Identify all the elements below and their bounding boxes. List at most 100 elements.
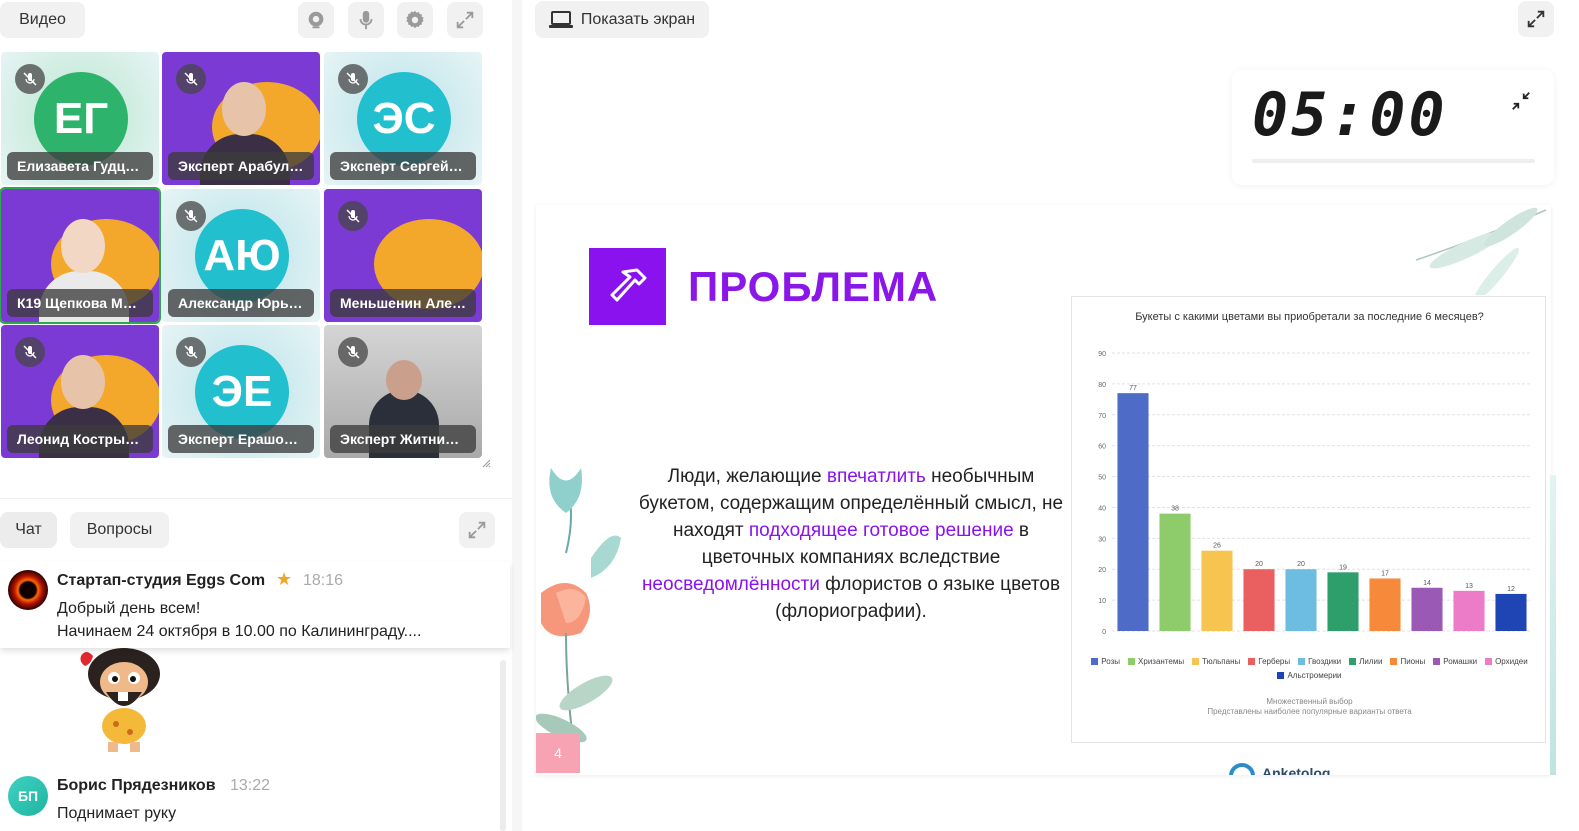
expand-chat-button[interactable] <box>459 512 495 548</box>
chart-legend: Розы Хризантемы Тюльпаны Герберы Гвоздики Лил… <box>1082 655 1537 683</box>
chat-tabs: Чат Вопросы <box>0 498 512 562</box>
participant-tile[interactable]: К19 Щепкова Ма… <box>0 187 161 324</box>
legend-label: Пионы <box>1400 657 1426 666</box>
participant-name: Елизавета Гудц… <box>7 152 153 180</box>
legend-item: Гвоздики <box>1298 655 1341 669</box>
gear-icon <box>406 10 424 29</box>
y-tick-label: 90 <box>1098 351 1106 358</box>
hammer-icon-box <box>589 248 666 325</box>
y-tick-label: 80 <box>1098 382 1106 389</box>
microphone-button[interactable] <box>348 2 384 38</box>
participant-tile[interactable]: АЮ Александр Юрь… <box>162 189 320 322</box>
timer-widget: 05:00 <box>1232 70 1554 185</box>
tab-chat[interactable]: Чат <box>0 512 57 548</box>
participant-tile[interactable]: Эксперт Житни… <box>324 325 482 458</box>
participant-face <box>61 355 105 409</box>
legend-swatch <box>1298 658 1306 665</box>
webcam-button[interactable] <box>298 2 334 38</box>
mic-off-icon <box>338 201 368 231</box>
tab-questions[interactable]: Вопросы <box>70 512 169 548</box>
chat-scrollbar[interactable] <box>500 660 506 831</box>
legend-item: Пионы <box>1390 655 1425 669</box>
settings-button[interactable] <box>397 2 433 38</box>
participant-tile[interactable]: Эксперт Арабул… <box>162 52 320 185</box>
chart-note-1: Множественный выбор <box>1266 697 1353 706</box>
resize-handle-icon[interactable] <box>481 458 491 468</box>
participant-name: Леонид Костры… <box>7 425 153 453</box>
collapse-icon[interactable] <box>1510 90 1532 112</box>
avatar: БП <box>8 776 48 816</box>
message-time: 13:22 <box>230 777 271 794</box>
y-tick-label: 10 <box>1098 598 1106 605</box>
legend-label: Гвоздики <box>1308 657 1342 666</box>
caveman-sticker <box>80 648 160 752</box>
survey-chart: Букеты с какими цветами вы приобретали з… <box>1071 296 1546 743</box>
legend-swatch <box>1390 658 1398 665</box>
legend-label: Хризантемы <box>1138 657 1185 666</box>
message-text: Поднимает руку <box>57 805 177 822</box>
message-time: 18:16 <box>303 572 344 589</box>
legend-item: Орхидеи <box>1485 655 1528 669</box>
legend-swatch <box>1248 658 1256 665</box>
chat-message[interactable]: БП Борис Прядезников 13:22 Поднимает рук… <box>0 770 500 831</box>
legend-item: Хризантемы <box>1128 655 1184 669</box>
show-screen-button[interactable]: Показать экран <box>535 1 709 38</box>
mic-off-icon <box>176 337 206 367</box>
slide-page-number: 4 <box>536 733 580 773</box>
expand-icon <box>456 11 474 29</box>
data-label: 12 <box>1507 586 1515 593</box>
expand-icon <box>468 521 486 539</box>
show-screen-label: Показать экран <box>580 10 696 28</box>
message-line-1: Добрый день всем! <box>57 600 201 617</box>
bar <box>1495 593 1527 631</box>
slide-title: ПРОБЛЕМА <box>688 263 939 310</box>
leaf-decoration <box>1415 207 1547 295</box>
y-tick-label: 60 <box>1098 444 1106 451</box>
legend-label: Альстромерии <box>1287 671 1342 680</box>
chart-note-2: Представлены наиболее популярные вариант… <box>1207 707 1412 716</box>
participant-face <box>386 360 422 400</box>
y-tick-label: 0 <box>1102 629 1106 636</box>
flower-decoration <box>536 468 621 764</box>
legend-item: Тюльпаны <box>1192 655 1240 669</box>
bar <box>1453 590 1485 631</box>
legend-item: Ромашки <box>1433 655 1477 669</box>
data-label: 14 <box>1423 580 1431 587</box>
highlighted-text: впечатлить <box>826 466 926 487</box>
legend-swatch <box>1485 658 1493 665</box>
bar <box>1411 587 1443 631</box>
mic-off-icon <box>338 337 368 367</box>
legend-item: Розы <box>1091 655 1120 669</box>
highlighted-text: подходящее готовое решение <box>748 520 1014 541</box>
slide-paragraph: Люди, желающие впечатлить необычным буке… <box>631 463 1071 625</box>
participant-name: Эксперт Сергей … <box>330 152 476 180</box>
participant-face <box>222 82 266 136</box>
fullscreen-button[interactable] <box>1518 1 1554 37</box>
participant-name: Меньшенин Але… <box>330 289 476 317</box>
bar <box>1243 569 1275 631</box>
video-tab[interactable]: Видео <box>0 2 85 38</box>
participant-name: Эксперт Арабул… <box>168 152 314 180</box>
participant-tile[interactable]: ЭЕ Эксперт Ерашов… <box>162 325 320 458</box>
expand-video-button[interactable] <box>447 2 483 38</box>
legend-swatch <box>1128 658 1136 665</box>
legend-swatch <box>1277 672 1285 679</box>
message-author: Борис Прядезников <box>57 777 216 794</box>
y-tick-label: 30 <box>1098 536 1106 543</box>
participant-name: Александр Юрь… <box>168 289 314 317</box>
right-panel: Показать экран 05:00 ПРОБЛЕМА Люди, жела… <box>522 0 1579 831</box>
participant-tile[interactable]: ЕГ Елизавета Гудц… <box>1 52 159 185</box>
app-root: Видео ЕГ Елизавета Гудц… Эксперт Арабул… ЭС… <box>0 0 1579 831</box>
legend-swatch <box>1091 658 1099 665</box>
data-label: 20 <box>1297 561 1305 568</box>
legend-item: Альстромерии <box>1277 669 1342 683</box>
hammer-icon <box>610 268 646 301</box>
pinned-message[interactable]: Стартап-студия Eggs Com ★ 18:16 Добрый д… <box>0 562 510 648</box>
timer-progress <box>1252 159 1535 163</box>
participant-tile[interactable]: Меньшенин Але… <box>324 189 482 322</box>
expand-icon <box>1527 10 1545 28</box>
y-tick-label: 40 <box>1098 505 1106 512</box>
participant-tile[interactable]: ЭС Эксперт Сергей … <box>324 52 482 185</box>
participant-tile[interactable]: Леонид Костры… <box>1 325 159 458</box>
legend-label: Орхидеи <box>1495 657 1528 666</box>
